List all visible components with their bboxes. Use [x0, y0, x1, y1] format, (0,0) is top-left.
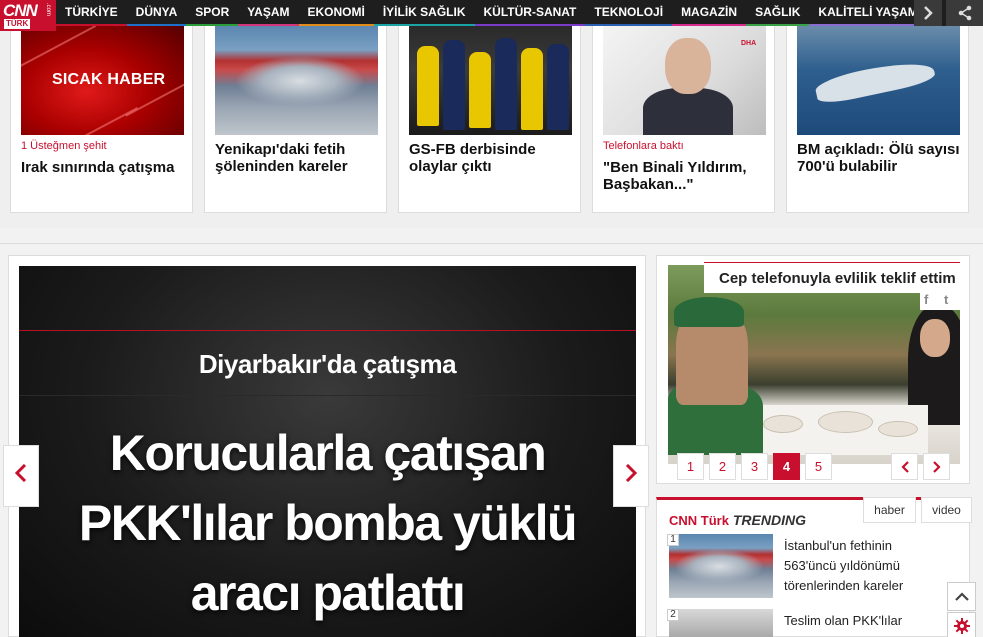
trending-thumbnail[interactable]: [669, 534, 773, 598]
chevron-left-icon: [14, 463, 27, 483]
trending-thumbnail[interactable]: [669, 609, 773, 637]
news-card-title[interactable]: GS-FB derbisinde olaylar çıktı: [409, 141, 574, 175]
gallery-page-4[interactable]: 4: [773, 453, 800, 480]
nav-item-turkiye[interactable]: TÜRKİYE: [56, 0, 127, 26]
news-card-title[interactable]: BM açıkladı: Ölü sayısı 700'ü bulabilir: [797, 141, 962, 175]
gallery-page-5[interactable]: 5: [805, 453, 832, 480]
news-card-thumbnail[interactable]: SICAK HABER: [21, 26, 184, 135]
gallery-image[interactable]: [668, 265, 960, 464]
chevron-left-icon: [900, 461, 909, 473]
slide-headline-line: Korucularla çatışan: [109, 425, 547, 481]
tab-haber[interactable]: haber: [863, 497, 916, 523]
slide-headline-line: aracı patlattı: [190, 565, 466, 621]
slider-prev-button[interactable]: [3, 445, 39, 507]
slider-next-button[interactable]: [613, 445, 649, 507]
gear-icon: [953, 618, 970, 634]
trending-header: CNN Türk TRENDING: [669, 512, 806, 528]
slide-headline[interactable]: Korucularla çatışan PKK'lılar bomba yükl…: [19, 418, 636, 628]
nav-menu: TÜRKİYE DÜNYA SPOR YAŞAM EKONOMİ İYİLİK …: [56, 0, 927, 26]
slide-band: [19, 395, 636, 396]
trending-title[interactable]: İstanbul'un fethinin 563'üncü yıldönümü …: [784, 536, 934, 596]
gallery-page-1[interactable]: 1: [677, 453, 704, 480]
chevron-right-icon: [625, 463, 638, 483]
logo-sub: TÜRK: [4, 19, 31, 29]
news-card-kicker: 1 Üsteğmen şehit: [21, 140, 107, 152]
tab-video[interactable]: video: [921, 497, 972, 523]
share-button[interactable]: [946, 0, 983, 26]
news-card-thumbnail[interactable]: DHA: [603, 26, 766, 135]
logo-com: .com: [45, 3, 51, 17]
news-card-title[interactable]: "Ben Binali Yıldırım, Başbakan...": [603, 159, 768, 193]
news-card-title[interactable]: Irak sınırında çatışma: [21, 159, 186, 176]
gallery-page-3[interactable]: 3: [741, 453, 768, 480]
nav-item-spor[interactable]: SPOR: [186, 0, 239, 26]
nav-item-kaliteli-yasam[interactable]: KALİTELİ YAŞAM: [809, 0, 927, 26]
facebook-icon[interactable]: f: [924, 292, 928, 307]
thumb-label: DHA: [741, 40, 757, 47]
news-card-derbi[interactable]: GS-FB derbisinde olaylar çıktı: [398, 26, 581, 213]
gallery-title[interactable]: Cep telefonuyla evlilik teklif ettim: [719, 270, 956, 287]
settings-button[interactable]: [947, 612, 976, 637]
trending-label: TRENDING: [732, 512, 806, 528]
nav-item-ekonomi[interactable]: EKONOMİ: [298, 0, 374, 26]
trending-title[interactable]: Teslim olan PKK'lılar: [784, 611, 934, 631]
top-navigation-bar: TÜRKİYE DÜNYA SPOR YAŞAM EKONOMİ İYİLİK …: [0, 0, 983, 26]
gallery-page-2[interactable]: 2: [709, 453, 736, 480]
nav-item-kultur-sanat[interactable]: KÜLTÜR-SANAT: [474, 0, 586, 26]
news-card-binali[interactable]: DHA Telefonlara baktı "Ben Binali Yıldır…: [592, 26, 775, 213]
gallery-prev-button[interactable]: [891, 453, 918, 480]
chevron-right-icon: [932, 461, 941, 473]
nav-item-yasam[interactable]: YAŞAM: [238, 0, 299, 26]
trending-rank: 2: [667, 609, 679, 621]
news-card-bm[interactable]: BM açıkladı: Ölü sayısı 700'ü bulabilir: [786, 26, 969, 213]
twitter-icon[interactable]: t: [944, 292, 948, 307]
news-card-title[interactable]: Yenikapı'daki fetih şöleninden kareler: [215, 141, 380, 175]
logo-main: CNN: [3, 1, 38, 20]
trending-rank: 1: [667, 534, 679, 546]
nav-item-saglik[interactable]: SAĞLIK: [746, 0, 810, 26]
slide-divider: [19, 330, 636, 331]
slide-headline-line: PKK'lılar bomba yüklü: [78, 495, 578, 551]
thumb-label: SICAK HABER: [52, 71, 166, 88]
share-icon: [958, 5, 972, 21]
news-card-thumbnail[interactable]: [215, 26, 378, 135]
nav-more-button[interactable]: [914, 0, 942, 26]
gallery-social: f t: [920, 292, 960, 310]
news-card-thumbnail[interactable]: [797, 26, 960, 135]
news-card-kicker: Telefonlara baktı: [603, 140, 684, 152]
nav-item-iyilik-saglik[interactable]: İYİLİK SAĞLIK: [373, 0, 475, 26]
slide-subtitle[interactable]: Diyarbakır'da çatışma: [19, 349, 636, 380]
news-card-yenikapi[interactable]: Yenikapı'daki fetih şöleninden kareler: [204, 26, 387, 213]
chevron-right-icon: [924, 6, 933, 20]
nav-item-magazin[interactable]: MAGAZİN: [672, 0, 747, 26]
news-card-thumbnail[interactable]: [409, 26, 572, 135]
chevron-up-icon: [954, 592, 969, 601]
nav-item-dunya[interactable]: DÜNYA: [126, 0, 187, 26]
gallery-next-button[interactable]: [923, 453, 950, 480]
cnn-turk-logo[interactable]: CNN TÜRK .com: [0, 0, 56, 31]
nav-item-teknoloji[interactable]: TEKNOLOJİ: [585, 0, 673, 26]
scroll-top-button[interactable]: [947, 582, 976, 611]
trending-brand: CNN Türk: [669, 513, 729, 528]
news-card-irak[interactable]: SICAK HABER 1 Üsteğmen şehit Irak sınırı…: [10, 26, 193, 213]
